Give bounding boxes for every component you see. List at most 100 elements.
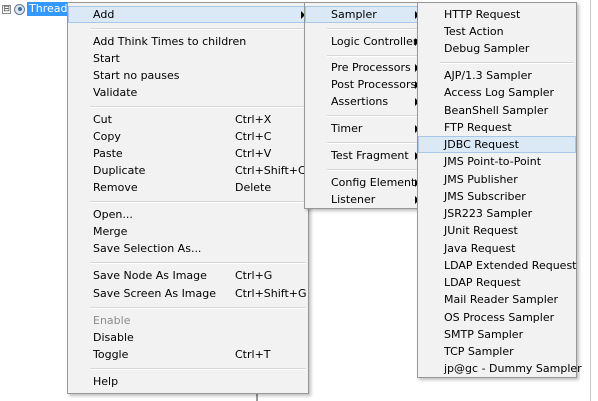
submenu-item-logic-controller[interactable]: Logic Controller [305,33,420,50]
menu-item-label: FTP Request [444,121,512,134]
menu-item-label: Test Action [444,25,504,38]
sampler-item-tcp-sampler[interactable]: TCP Sampler [418,343,576,360]
panel-edge [590,0,591,401]
menu-item-label: LDAP Request [444,276,521,289]
menu-separator [90,368,306,370]
menu-item-label: Copy [93,130,121,143]
menu-item-label: Cut [93,113,112,126]
sampler-item-java-request[interactable]: Java Request [418,240,576,257]
sampler-item-beanshell-sampler[interactable]: BeanShell Sampler [418,102,576,119]
menu-separator [90,201,306,203]
menu-item-label: Debug Sampler [444,42,530,55]
sampler-item-smtp-sampler[interactable]: SMTP Sampler [418,326,576,343]
menu-item-help[interactable]: Help [68,373,308,390]
menu-item-duplicate[interactable]: Duplicate Ctrl+Shift+C [68,162,308,179]
menu-item-label: JMS Publisher [444,173,518,186]
sampler-item-ftp-request[interactable]: FTP Request [418,119,576,136]
submenu-item-post-processors[interactable]: Post Processors [305,76,420,93]
menu-item-open[interactable]: Open... [68,206,308,223]
menu-item-label: Merge [93,225,128,238]
menu-item-add-think-times[interactable]: Add Think Times to children [68,33,308,50]
sampler-item-access-log-sampler[interactable]: Access Log Sampler [418,84,576,101]
menu-separator [327,115,418,117]
menu-item-label: OS Process Sampler [444,311,555,324]
menu-item-add[interactable]: Add [68,6,308,23]
menu-item-label: SMTP Sampler [444,328,524,341]
menu-separator [327,169,418,171]
menu-item-label: Open... [93,208,133,221]
tree-node-label[interactable]: Thread [27,2,70,16]
menu-item-save-node-as-image[interactable]: Save Node As Image Ctrl+G [68,267,308,284]
sampler-item-jms-subscriber[interactable]: JMS Subscriber [418,188,576,205]
submenu-item-config-element[interactable]: Config Element [305,174,420,191]
menu-item-paste[interactable]: Paste Ctrl+V [68,145,308,162]
menu-item-label: LDAP Extended Request [444,259,577,272]
sampler-item-dummy-sampler[interactable]: jp@gc - Dummy Sampler [418,360,582,377]
sampler-item-test-action[interactable]: Test Action [418,23,576,40]
menu-item-shortcut: Ctrl+G [235,269,273,282]
menu-separator [90,262,306,264]
sampler-item-http-request[interactable]: HTTP Request [418,6,576,23]
sampler-item-jdbc-request[interactable]: JDBC Request [418,136,576,153]
menu-item-label: JUnit Request [444,224,518,237]
menu-item-label: HTTP Request [444,8,521,21]
menu-item-validate[interactable]: Validate [68,84,308,101]
submenu-item-pre-processors[interactable]: Pre Processors [305,59,420,76]
menu-item-label: Enable [93,314,131,327]
menu-item-label: Post Processors [331,78,417,91]
menu-item-copy[interactable]: Copy Ctrl+C [68,128,308,145]
sampler-item-debug-sampler[interactable]: Debug Sampler [418,40,576,57]
menu-item-remove[interactable]: Remove Delete [68,179,308,196]
sampler-item-ldap-extended-request[interactable]: LDAP Extended Request [418,257,576,274]
menu-item-start[interactable]: Start [68,50,308,67]
sampler-item-jms-publisher[interactable]: JMS Publisher [418,171,576,188]
menu-item-label: JDBC Request [444,138,519,151]
menu-item-label: Timer [331,122,363,135]
menu-item-save-screen-as-image[interactable]: Save Screen As Image Ctrl+Shift+G [68,285,308,302]
menu-item-enable: Enable [68,312,308,329]
menu-item-label: Access Log Sampler [444,86,555,99]
tree-expander-icon[interactable]: ⊟ [2,4,11,14]
sampler-item-junit-request[interactable]: JUnit Request [418,222,576,239]
submenu-item-sampler[interactable]: Sampler [305,6,420,23]
menu-item-label: TCP Sampler [444,345,514,358]
sampler-item-jms-point-to-point[interactable]: JMS Point-to-Point [418,153,576,170]
menu-item-toggle[interactable]: Toggle Ctrl+T [68,346,308,363]
menu-item-save-selection-as[interactable]: Save Selection As... [68,240,308,257]
menu-separator [327,142,418,144]
menu-item-label: Test Fragment [331,149,409,162]
menu-item-label: JSR223 Sampler [444,207,533,220]
menu-item-label: Disable [93,331,134,344]
add-submenu: Sampler Logic Controller Pre Processors … [304,2,421,209]
menu-item-shortcut: Ctrl+X [235,113,272,126]
menu-separator [440,62,574,64]
sampler-item-os-process-sampler[interactable]: OS Process Sampler [418,309,576,326]
menu-item-start-no-pauses[interactable]: Start no pauses [68,67,308,84]
menu-item-label: Save Selection As... [93,242,202,255]
menu-item-disable[interactable]: Disable [68,329,308,346]
menu-item-label: Add [93,8,115,21]
sampler-item-ldap-request[interactable]: LDAP Request [418,274,576,291]
submenu-item-test-fragment[interactable]: Test Fragment [305,147,420,164]
context-menu: Add Add Think Times to children Start St… [67,2,309,394]
menu-item-shortcut: Ctrl+Shift+C [235,164,306,177]
menu-item-label: Start no pauses [93,69,180,82]
menu-item-label: AJP/1.3 Sampler [444,69,532,82]
menu-item-label: Save Node As Image [93,269,207,282]
menu-item-cut[interactable]: Cut Ctrl+X [68,111,308,128]
sampler-submenu: HTTP Request Test Action Debug Sampler A… [417,2,582,378]
sampler-item-mail-reader-sampler[interactable]: Mail Reader Sampler [418,291,576,308]
menu-item-merge[interactable]: Merge [68,223,308,240]
sampler-item-ajp-sampler[interactable]: AJP/1.3 Sampler [418,67,576,84]
menu-separator [90,106,306,108]
sampler-item-jsr223-sampler[interactable]: JSR223 Sampler [418,205,576,222]
menu-item-label: Config Element [331,176,416,189]
menu-item-label: Sampler [331,8,377,21]
submenu-item-listener[interactable]: Listener [305,191,420,208]
menu-item-shortcut: Ctrl+Shift+G [235,287,307,300]
menu-item-shortcut: Delete [235,181,272,194]
submenu-item-timer[interactable]: Timer [305,120,420,137]
submenu-item-assertions[interactable]: Assertions [305,93,420,110]
menu-item-label: Listener [331,193,376,206]
tree-node-thread[interactable]: ⊟ Thread [2,2,70,16]
